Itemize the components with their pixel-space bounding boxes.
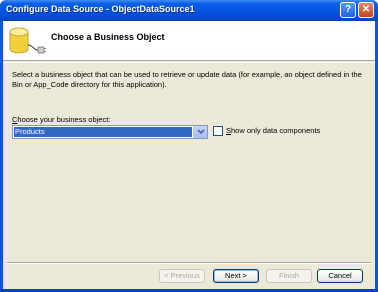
business-object-label-text: hoose your business object: — [17, 115, 111, 124]
footer-divider — [7, 262, 371, 264]
close-button[interactable]: ✕ — [358, 2, 374, 18]
business-object-selected-value: Products — [14, 127, 192, 137]
title-bar[interactable]: Configure Data Source - ObjectDataSource… — [0, 0, 378, 21]
chevron-down-icon — [197, 129, 205, 135]
business-object-dropdown[interactable]: Products — [12, 125, 208, 139]
dialog-body: Choose a Business Object Select a busine… — [3, 21, 375, 289]
dropdown-arrow-button[interactable] — [193, 126, 207, 138]
description-text: Select a business object that can be use… — [12, 70, 362, 89]
help-button[interactable]: ? — [340, 2, 356, 18]
window-title: Configure Data Source - ObjectDataSource… — [6, 4, 195, 14]
show-only-data-components-checkbox[interactable] — [213, 126, 223, 136]
show-only-data-components-text: how only data components — [231, 126, 321, 135]
dialog-window: Configure Data Source - ObjectDataSource… — [0, 0, 378, 292]
business-object-label: Choose your business object: — [12, 115, 110, 124]
next-button[interactable]: Next > — [213, 269, 259, 283]
wizard-header: Choose a Business Object — [3, 21, 375, 61]
header-divider — [3, 62, 375, 63]
previous-button[interactable]: < Previous — [159, 269, 205, 283]
cancel-button[interactable]: Cancel — [317, 269, 363, 283]
show-only-data-components-label: Show only data components — [226, 126, 320, 136]
page-title: Choose a Business Object — [51, 32, 165, 42]
finish-button[interactable]: Finish — [266, 269, 312, 283]
database-plug-icon — [9, 27, 46, 54]
